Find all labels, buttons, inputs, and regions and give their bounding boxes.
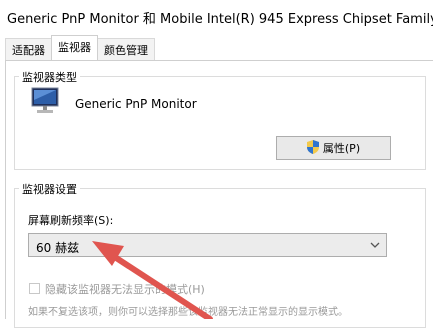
annotation-arrow: [92, 241, 213, 319]
